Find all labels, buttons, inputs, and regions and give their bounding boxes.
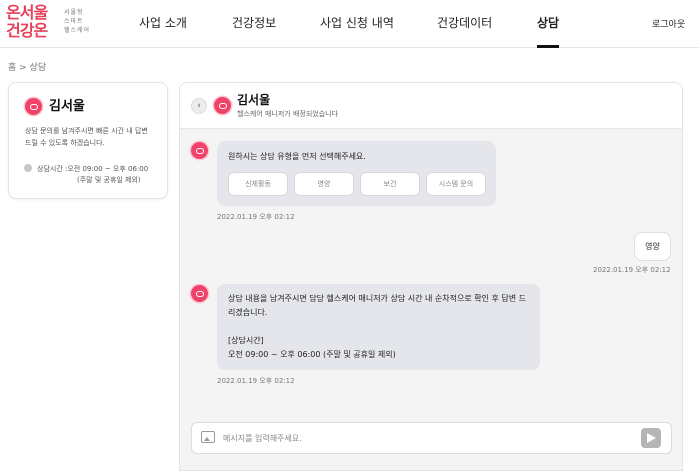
option-nutrition[interactable]: 영양: [294, 172, 354, 196]
profile-hours-note: (주말 및 공휴일 제외): [77, 176, 141, 184]
message-input[interactable]: [223, 430, 623, 446]
logo-subtext: 서울형 스마트 헬스케어: [64, 9, 91, 34]
profile-name: 김서울: [49, 99, 85, 114]
logo-text: 온서울 건강온: [6, 3, 48, 40]
chat-header: ‹ 김서울 헬스케어 매니저가 배정되었습니다: [180, 83, 682, 129]
nav-consultation[interactable]: 상담: [537, 14, 559, 31]
breadcrumb: 홈 > 상담: [8, 63, 47, 73]
option-system-inquiry[interactable]: 시스템 문의: [426, 172, 486, 196]
avatar-icon: [25, 98, 42, 115]
active-nav-indicator: [537, 45, 559, 48]
message-bubble: 원하시는 상담 유형을 먼저 선택해주세요. 신체활동 영양 보건 시스템 문의: [217, 141, 496, 206]
profile-hours: 상담시간 :오전 09:00 ~ 오후 06:00: [37, 165, 149, 173]
option-health[interactable]: 보건: [360, 172, 420, 196]
back-button[interactable]: ‹: [191, 98, 207, 114]
site-logo[interactable]: 온서울 건강온 서울형 스마트 헬스케어: [6, 4, 96, 42]
message-input-bar: [191, 422, 672, 454]
message-bubble: 상담 내용을 남겨주시면 담당 헬스케어 매니저가 상담 시간 내 순차적으로 …: [217, 284, 540, 370]
top-header: 온서울 건강온 서울형 스마트 헬스케어 사업 소개 건강정보 사업 신청 내역…: [0, 0, 699, 48]
nav-health-data[interactable]: 건강데이터: [437, 14, 492, 31]
avatar-icon: [191, 142, 208, 159]
avatar-icon: [214, 97, 231, 114]
profile-card: 김서울 상담 문의를 남겨주시면 빠른 시간 내 답변 드릴 수 있도록 하겠습…: [8, 82, 168, 199]
send-button[interactable]: [641, 428, 661, 448]
message-text: 원하시는 상담 유형을 먼저 선택해주세요.: [228, 152, 366, 161]
message-timestamp: 2022.01.19 오후 02:12: [593, 266, 671, 274]
chat-subtitle: 헬스케어 매니저가 배정되었습니다: [237, 110, 339, 118]
chat-name: 김서울: [237, 93, 271, 107]
avatar-icon: [191, 285, 208, 302]
user-message-bubble: 영양: [634, 232, 671, 261]
nav-health-info[interactable]: 건강정보: [232, 14, 276, 31]
chat-panel: ‹ 김서울 헬스케어 매니저가 배정되었습니다 원하시는 상담 유형을 먼저 선…: [179, 82, 683, 471]
send-icon: [646, 433, 656, 443]
message-timestamp: 2022.01.19 오후 02:12: [217, 213, 295, 221]
logout-link[interactable]: 로그아웃: [652, 17, 685, 30]
profile-description: 상담 문의를 남겨주시면 빠른 시간 내 답변 드릴 수 있도록 하겠습니다.: [25, 127, 148, 147]
image-attach-icon[interactable]: [201, 431, 215, 443]
nav-business-intro[interactable]: 사업 소개: [139, 14, 187, 31]
option-physical-activity[interactable]: 신체활동: [228, 172, 288, 196]
nav-application-history[interactable]: 사업 신청 내역: [320, 14, 394, 31]
clock-icon: [24, 164, 32, 172]
message-timestamp: 2022.01.19 오후 02:12: [217, 377, 295, 385]
